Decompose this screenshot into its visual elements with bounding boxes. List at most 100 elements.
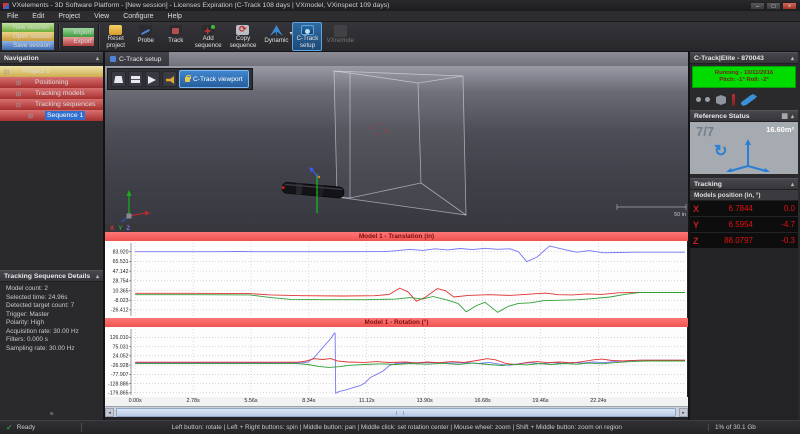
tools-icon[interactable] xyxy=(741,94,757,106)
tree-item-label: Tracking sequences xyxy=(35,101,96,108)
svg-text:-128.886: -128.886 xyxy=(108,381,129,387)
3d-viewport[interactable]: 50 in C-Track viewport xyxy=(105,66,688,224)
menu-item[interactable]: View xyxy=(87,13,116,20)
io-button-icon xyxy=(65,29,72,35)
toolbar-button-label: VXremote xyxy=(326,37,354,44)
menu-item[interactable]: Help xyxy=(161,13,189,20)
sequence-details-title: Tracking Sequence Details xyxy=(4,272,91,280)
menu-item[interactable]: Edit xyxy=(25,13,51,20)
toolbar-button-icon xyxy=(139,25,153,37)
scrollbar-thumb[interactable] xyxy=(116,408,676,417)
toolbar-button-icon xyxy=(201,25,215,35)
targets-icon[interactable] xyxy=(716,95,726,105)
scroll-right-arrow[interactable]: ▸ xyxy=(679,408,688,417)
grid-icon[interactable]: ▦ xyxy=(781,112,788,120)
show-laser-button[interactable] xyxy=(145,71,160,87)
tab-ctrack-setup[interactable]: C-Track setup xyxy=(105,52,170,66)
title-bar: VXelements - 3D Software Platform - [New… xyxy=(0,0,800,11)
toolbar-button[interactable]: Probe xyxy=(131,22,161,51)
collapse-icon[interactable]: ▴ xyxy=(96,273,99,280)
collapse-icon[interactable]: ▴ xyxy=(791,181,794,188)
x-axis-tick-label: 8.34s xyxy=(302,398,316,404)
chart-scrollbar[interactable]: ◂ ▸ xyxy=(105,406,688,417)
toolbar-button[interactable]: Reset project xyxy=(101,22,131,51)
toolbar-button[interactable]: Dynamic ▾ xyxy=(260,22,292,51)
maximize-button[interactable]: □ xyxy=(766,1,781,10)
sensors-icon[interactable] xyxy=(696,95,710,105)
expander-icon[interactable]: ⊟ xyxy=(3,68,10,76)
ctrack-viewport-button[interactable]: C-Track viewport xyxy=(179,70,249,88)
tracking-title: Tracking xyxy=(694,180,722,188)
expander-icon[interactable]: ⊞ xyxy=(15,79,22,87)
tracking-header[interactable]: Tracking ▴ xyxy=(690,178,798,190)
minimize-button[interactable]: – xyxy=(750,1,765,10)
tree-item[interactable]: ⊟ Project 1 xyxy=(0,66,103,77)
show-light-button[interactable] xyxy=(162,71,177,87)
expander-icon[interactable]: ⊞ xyxy=(27,112,34,120)
memory-usage: 1% of 30.1 Gb xyxy=(708,424,800,431)
sequence-detail-row: Trigger: Master xyxy=(6,310,50,318)
status-separator xyxy=(80,423,82,432)
window-title: VXelements - 3D Software Platform - [New… xyxy=(12,2,390,9)
translation-chart-title: Model 1 - Translation (in) xyxy=(105,232,688,241)
toolbar-button-label: Add sequence xyxy=(194,35,222,49)
expander-icon[interactable]: ⊞ xyxy=(15,90,22,98)
tree-item[interactable]: ⊞ Positioning xyxy=(0,77,103,88)
collapse-icon[interactable]: ▴ xyxy=(96,55,99,62)
menu-item[interactable]: Project xyxy=(51,13,87,20)
expander-icon[interactable]: ⊟ xyxy=(15,101,22,109)
translation-chart[interactable]: 83.920 65.531 47.142 28.754 10.365 -8.023 -26.… xyxy=(105,241,687,318)
ctrack-device[interactable] xyxy=(281,182,345,199)
collapse-icon[interactable]: ▴ xyxy=(791,55,794,62)
close-button[interactable]: × xyxy=(782,1,797,10)
position-value: 6.7844 xyxy=(728,204,753,213)
ctrack-panel-header[interactable]: C-Track|Elite - 870043 ▴ xyxy=(690,52,798,64)
reference-status-header[interactable]: Reference Status ▦ ▴ xyxy=(690,110,798,122)
io-button-icon xyxy=(65,38,72,44)
reference-status-box: 7/7 16.60m³ ↻ xyxy=(690,122,798,174)
tracker-status-box: Running - 10/11/2016 Pitch: -1° Roll: -2… xyxy=(692,66,796,88)
measurement-volume-wireframe xyxy=(333,70,467,216)
world-origin-triad xyxy=(121,190,150,223)
reference-status-title: Reference Status xyxy=(694,112,750,120)
position-row: X 6.7844 0.0 xyxy=(690,201,798,217)
tree-item[interactable]: ⊟ Tracking sequences xyxy=(0,99,103,110)
tree-item[interactable]: ⊞ Sequence 1 xyxy=(0,110,103,121)
session-button[interactable]: Save session xyxy=(2,41,54,50)
svg-text:75.031: 75.031 xyxy=(113,344,129,350)
io-button[interactable]: Export xyxy=(62,36,94,46)
application-window: VXelements - 3D Software Platform - [New… xyxy=(0,0,800,434)
toolbar-button[interactable]: Track xyxy=(161,22,191,51)
scroll-left-arrow[interactable]: ◂ xyxy=(105,408,114,417)
sequence-details-header[interactable]: Tracking Sequence Details ▴ xyxy=(0,270,103,282)
session-button-icon xyxy=(4,34,11,40)
main-area: Navigation ▴ ⊟ Project 1 ⊞ Positioning ⊞… xyxy=(0,52,800,420)
toolbar-button[interactable]: VXremote xyxy=(322,22,358,51)
toolbar-button[interactable]: C-Track setup xyxy=(292,22,323,51)
scale-bar xyxy=(616,204,687,210)
axis-label: X xyxy=(693,203,700,214)
rotation-chart[interactable]: 126.010 75.031 24.052 -26.928 -77.907 -128.88… xyxy=(105,327,687,397)
collapse-icon[interactable]: ▴ xyxy=(791,113,794,120)
sequence-detail-row: Model count: 2 xyxy=(6,285,48,292)
tree-item[interactable]: ⊞ Tracking models xyxy=(0,88,103,99)
toolbar-button-icon xyxy=(300,25,314,35)
menu-item[interactable]: Configure xyxy=(116,13,160,20)
navigation-header[interactable]: Navigation ▴ xyxy=(0,52,103,64)
position-value: 88.0797 xyxy=(724,236,753,245)
show-volume-button[interactable] xyxy=(111,71,126,87)
position-value: 6.5954 xyxy=(728,220,753,229)
toolbar-button[interactable]: Copy sequence xyxy=(226,22,261,51)
menu-item[interactable]: File xyxy=(0,13,25,20)
session-button[interactable]: Open session xyxy=(2,32,54,41)
panel-resize-handle[interactable]: ≡ xyxy=(0,410,103,420)
svg-text:65.531: 65.531 xyxy=(113,259,129,265)
models-position-header[interactable]: Models position (in, °) xyxy=(690,190,798,201)
svg-text:24.052: 24.052 xyxy=(113,354,129,360)
toolbar-button[interactable]: Add sequence xyxy=(191,22,226,51)
sequence-detail-row: Detected target count: 7 xyxy=(6,302,75,309)
temperature-icon[interactable] xyxy=(732,94,735,106)
session-button[interactable]: New session xyxy=(2,23,54,32)
show-plane-button[interactable] xyxy=(128,71,143,87)
io-button[interactable]: Import xyxy=(62,27,94,37)
